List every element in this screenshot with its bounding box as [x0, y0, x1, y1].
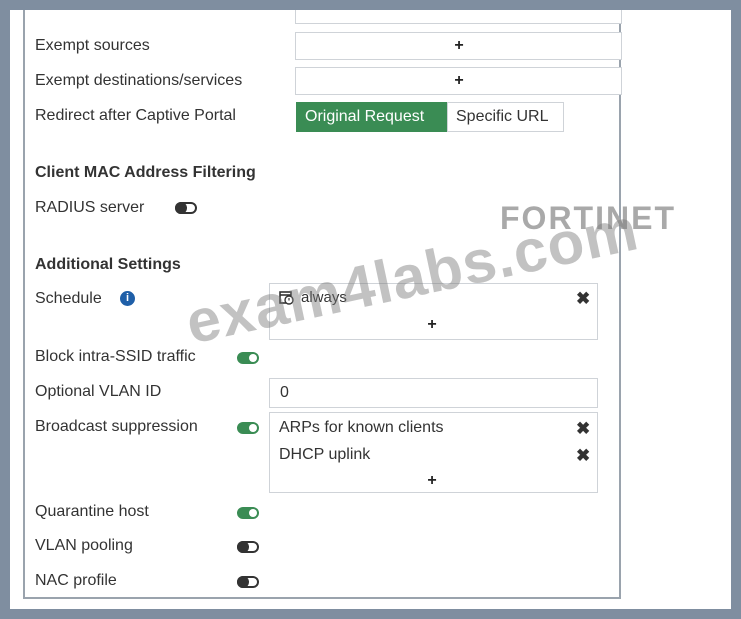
optional-vlan-value: 0	[280, 384, 289, 401]
add-broadcast-item-icon[interactable]: +	[425, 473, 439, 489]
mac-filtering-heading: Client MAC Address Filtering	[35, 164, 256, 181]
additional-settings-heading: Additional Settings	[35, 256, 181, 273]
schedule-label: Schedule	[35, 290, 102, 307]
specific-url-option[interactable]: Specific URL	[447, 102, 564, 132]
clipped-input	[295, 10, 622, 24]
remove-schedule-icon[interactable]: ✖	[576, 290, 590, 307]
exempt-destinations-label: Exempt destinations/services	[35, 72, 243, 89]
quarantine-host-label: Quarantine host	[35, 503, 149, 520]
radius-server-toggle[interactable]	[175, 202, 197, 214]
quarantine-host-toggle[interactable]	[237, 507, 259, 519]
exempt-destinations-field[interactable]: +	[295, 67, 622, 95]
add-exempt-source-icon[interactable]: +	[452, 38, 466, 54]
remove-broadcast-item-icon[interactable]: ✖	[576, 420, 590, 437]
block-intra-ssid-toggle[interactable]	[237, 352, 259, 364]
broadcast-suppression-label: Broadcast suppression	[35, 418, 198, 435]
broadcast-item: DHCP uplink	[279, 446, 371, 463]
original-request-option[interactable]: Original Request	[296, 102, 447, 132]
exempt-sources-field[interactable]: +	[295, 32, 622, 60]
nac-profile-label: NAC profile	[35, 572, 117, 589]
optional-vlan-label: Optional VLAN ID	[35, 383, 162, 400]
broadcast-suppression-toggle[interactable]	[237, 422, 259, 434]
redirect-label: Redirect after Captive Portal	[35, 107, 236, 124]
broadcast-suppression-field[interactable]: ARPs for known clients ✖ DHCP uplink ✖ +	[269, 412, 598, 493]
exempt-sources-label: Exempt sources	[35, 37, 150, 54]
remove-broadcast-item-icon[interactable]: ✖	[576, 447, 590, 464]
radius-server-label: RADIUS server	[35, 199, 145, 216]
info-icon[interactable]: i	[120, 291, 135, 306]
add-exempt-destination-icon[interactable]: +	[452, 73, 466, 89]
screenshot-frame: Exempt sources + Exempt destinations/ser…	[10, 10, 731, 609]
optional-vlan-input[interactable]: 0	[269, 378, 598, 408]
vlan-pooling-toggle[interactable]	[237, 541, 259, 553]
vlan-pooling-label: VLAN pooling	[35, 537, 133, 554]
broadcast-item: ARPs for known clients	[279, 419, 444, 436]
nac-profile-toggle[interactable]	[237, 576, 259, 588]
block-intra-ssid-label: Block intra-SSID traffic	[35, 348, 196, 365]
add-schedule-icon[interactable]: +	[425, 317, 439, 333]
